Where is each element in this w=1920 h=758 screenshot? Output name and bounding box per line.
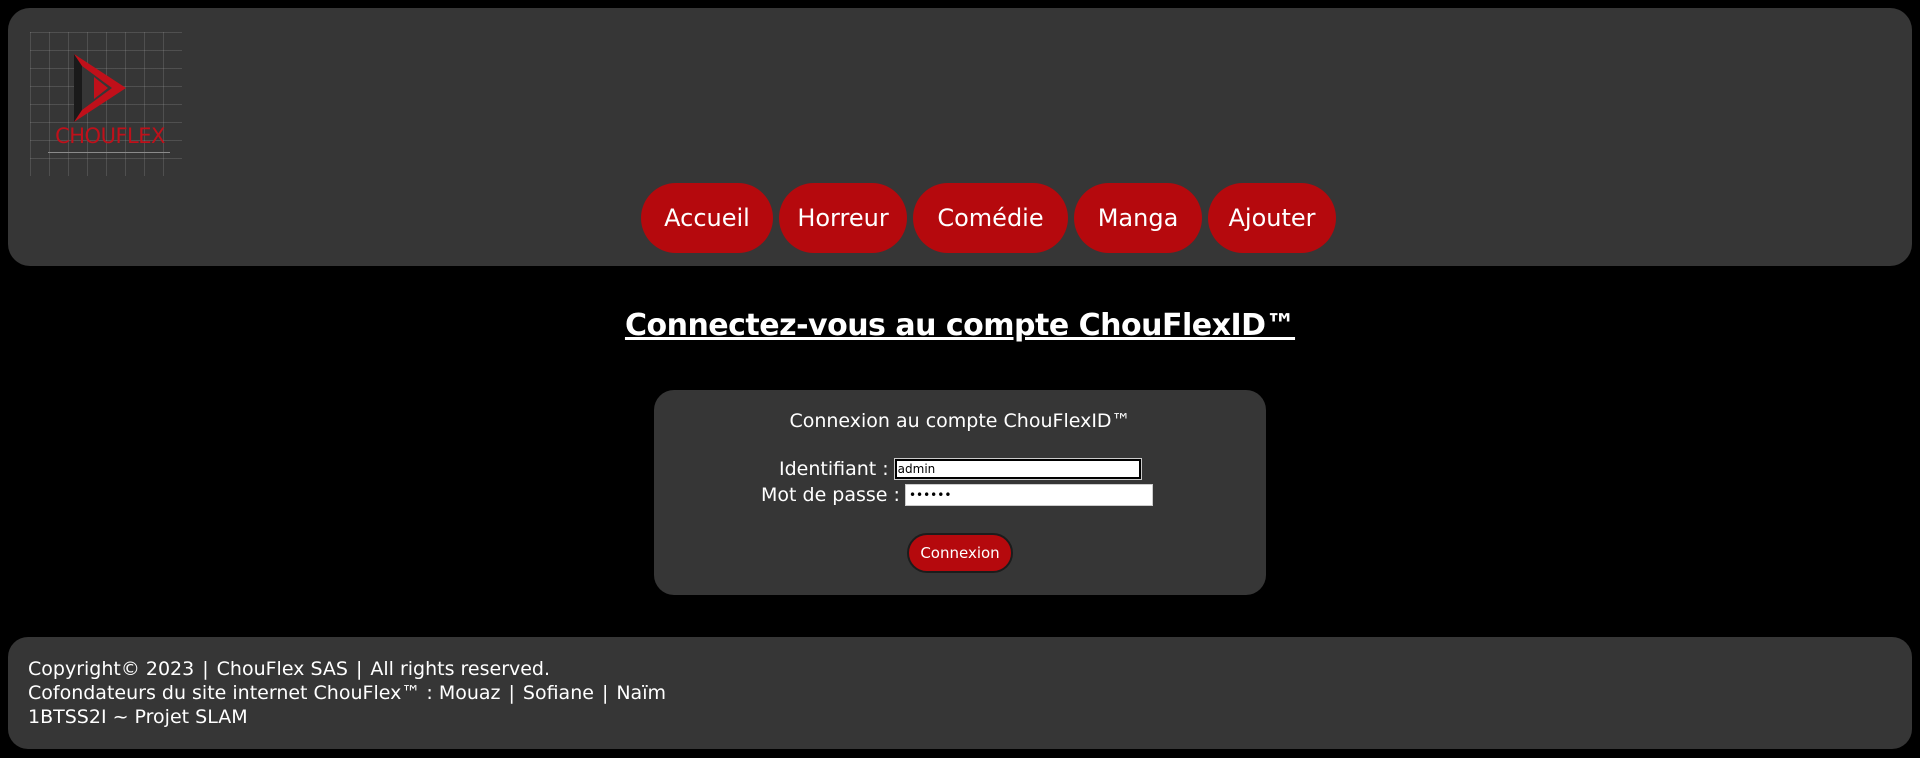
footer: Copyright© 2023 | ChouFlex SAS | All rig… <box>8 637 1912 749</box>
footer-separator: | <box>508 682 515 704</box>
footer-separator: | <box>601 682 609 704</box>
username-label: Identifiant : <box>779 458 889 480</box>
nav-accueil-button[interactable]: Accueil <box>641 183 773 253</box>
password-label: Mot de passe : <box>761 484 900 506</box>
login-heading: Connexion au compte ChouFlexID™ <box>789 410 1131 432</box>
username-row: Identifiant : <box>779 458 1142 480</box>
chouflex-logo[interactable]: CHOUFLEX <box>30 32 182 176</box>
username-input[interactable] <box>893 458 1142 480</box>
company-name: ChouFlex SAS <box>216 658 348 680</box>
footer-separator: | <box>355 658 363 680</box>
page-title: Connectez-vous au compte ChouFlexID™ <box>624 308 1296 343</box>
founder-name: Naïm <box>616 682 666 704</box>
project-text: 1BTSS2I ~ Projet SLAM <box>28 706 248 728</box>
footer-copyright-line: Copyright© 2023 | ChouFlex SAS | All rig… <box>28 657 666 681</box>
founders-prefix: Cofondateurs du site internet ChouFlex™ … <box>28 682 439 704</box>
nav-horreur-button[interactable]: Horreur <box>779 183 907 253</box>
nav-manga-button[interactable]: Manga <box>1074 183 1202 253</box>
copyright-text: Copyright© 2023 <box>28 658 195 680</box>
nav-ajouter-button[interactable]: Ajouter <box>1208 183 1336 253</box>
founder-name: Sofiane <box>522 682 594 704</box>
rights-text: All rights reserved. <box>370 658 551 680</box>
footer-separator: | <box>202 658 209 680</box>
play-logo-icon <box>74 54 126 122</box>
footer-founders-line: Cofondateurs du site internet ChouFlex™ … <box>28 681 666 705</box>
logo-underline <box>48 152 170 153</box>
logo-text: CHOUFLEX <box>55 124 165 148</box>
login-form: Connexion au compte ChouFlexID™ Identifi… <box>654 390 1266 595</box>
founder-name: Mouaz <box>438 682 501 704</box>
main-nav: Accueil Horreur Comédie Manga Ajouter <box>641 183 1336 253</box>
password-input[interactable] <box>904 484 1153 506</box>
header: CHOUFLEX Accueil Horreur Comédie Manga A… <box>8 8 1912 266</box>
footer-project-line: 1BTSS2I ~ Projet SLAM <box>28 705 666 729</box>
login-button[interactable]: Connexion <box>907 533 1013 573</box>
password-row: Mot de passe : <box>761 484 1153 506</box>
nav-comedie-button[interactable]: Comédie <box>913 183 1068 253</box>
